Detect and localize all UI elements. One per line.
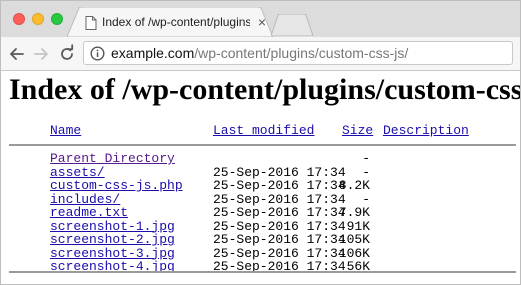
url-text: example.com/wp-content/plugins/custom-cs… [111,45,408,61]
tab-close-icon[interactable]: × [255,15,269,29]
url-path: /wp-content/plugins/custom-css-js/ [194,45,409,61]
window-minimize-button[interactable] [32,13,44,25]
reload-icon[interactable] [57,44,77,64]
address-bar[interactable]: example.com/wp-content/plugins/custom-cs… [83,41,513,65]
tab-strip: Index of /wp-content/plugins/c × [1,1,520,37]
column-header-last-modified[interactable]: Last modified [213,123,314,138]
arrow-left-icon[interactable] [7,44,27,64]
new-tab-button[interactable] [270,13,314,37]
column-header-name[interactable]: Name [50,123,81,138]
directory-listing: Name Last modified Size Description Pare… [1,71,520,284]
tab-active[interactable]: Index of /wp-content/plugins/c × [67,7,273,37]
divider-bottom [9,271,516,273]
page-icon [85,16,97,30]
arrow-right-icon[interactable] [31,44,51,64]
column-header-description[interactable]: Description [383,123,469,138]
url-host: example.com [111,45,195,61]
info-icon[interactable] [90,46,105,61]
window-zoom-button[interactable] [51,13,63,25]
tab-title: Index of /wp-content/plugins/c [102,15,250,29]
toolbar: example.com/wp-content/plugins/custom-cs… [1,37,520,71]
column-header-size[interactable]: Size [342,123,373,138]
divider-top [9,144,516,146]
page-content: Index of /wp-content/plugins/custom-css-… [1,71,520,284]
window-close-button[interactable] [13,13,25,25]
browser-window: Index of /wp-content/plugins/c × example… [0,0,521,285]
